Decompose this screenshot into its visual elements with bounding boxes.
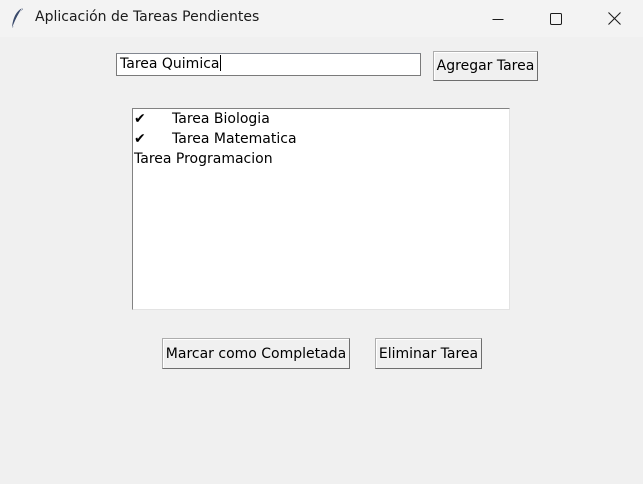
maximize-icon xyxy=(550,12,562,25)
check-mark-icon: ✔ xyxy=(134,111,146,127)
delete-task-label: Eliminar Tarea xyxy=(378,345,479,362)
list-item[interactable]: ✔ Tarea Biologia xyxy=(134,109,508,129)
list-item-label: Tarea Programacion xyxy=(134,151,273,167)
maximize-button[interactable] xyxy=(527,0,585,37)
feather-icon xyxy=(12,7,23,28)
task-input[interactable]: Tarea Quimica xyxy=(116,53,421,76)
add-task-button[interactable]: Agregar Tarea xyxy=(433,51,538,81)
minimize-button[interactable] xyxy=(469,0,527,37)
app-window: Aplicación de Tareas Pendientes Tarea Qu… xyxy=(0,0,643,484)
close-button[interactable] xyxy=(585,0,643,37)
title-bar[interactable]: Aplicación de Tareas Pendientes xyxy=(0,0,643,37)
delete-task-button[interactable]: Eliminar Tarea xyxy=(375,338,482,369)
window-title: Aplicación de Tareas Pendientes xyxy=(35,9,260,25)
add-task-label: Agregar Tarea xyxy=(436,58,535,74)
list-item[interactable]: Tarea Programacion xyxy=(134,149,508,169)
check-mark-icon: ✔ xyxy=(134,131,146,147)
list-item[interactable]: ✔ Tarea Matematica xyxy=(134,129,508,149)
minimize-icon xyxy=(492,18,504,20)
close-icon xyxy=(607,12,621,25)
text-caret xyxy=(219,55,221,71)
task-list[interactable]: ✔ Tarea Biologia ✔ Tarea Matematica Tarea … xyxy=(132,108,510,310)
mark-completed-button[interactable]: Marcar como Completada xyxy=(162,338,350,369)
list-item-label: Tarea Matematica xyxy=(172,131,297,147)
mark-completed-label: Marcar como Completada xyxy=(165,345,347,362)
list-item-label: Tarea Biologia xyxy=(172,111,270,127)
task-input-value: Tarea Quimica xyxy=(120,56,220,72)
